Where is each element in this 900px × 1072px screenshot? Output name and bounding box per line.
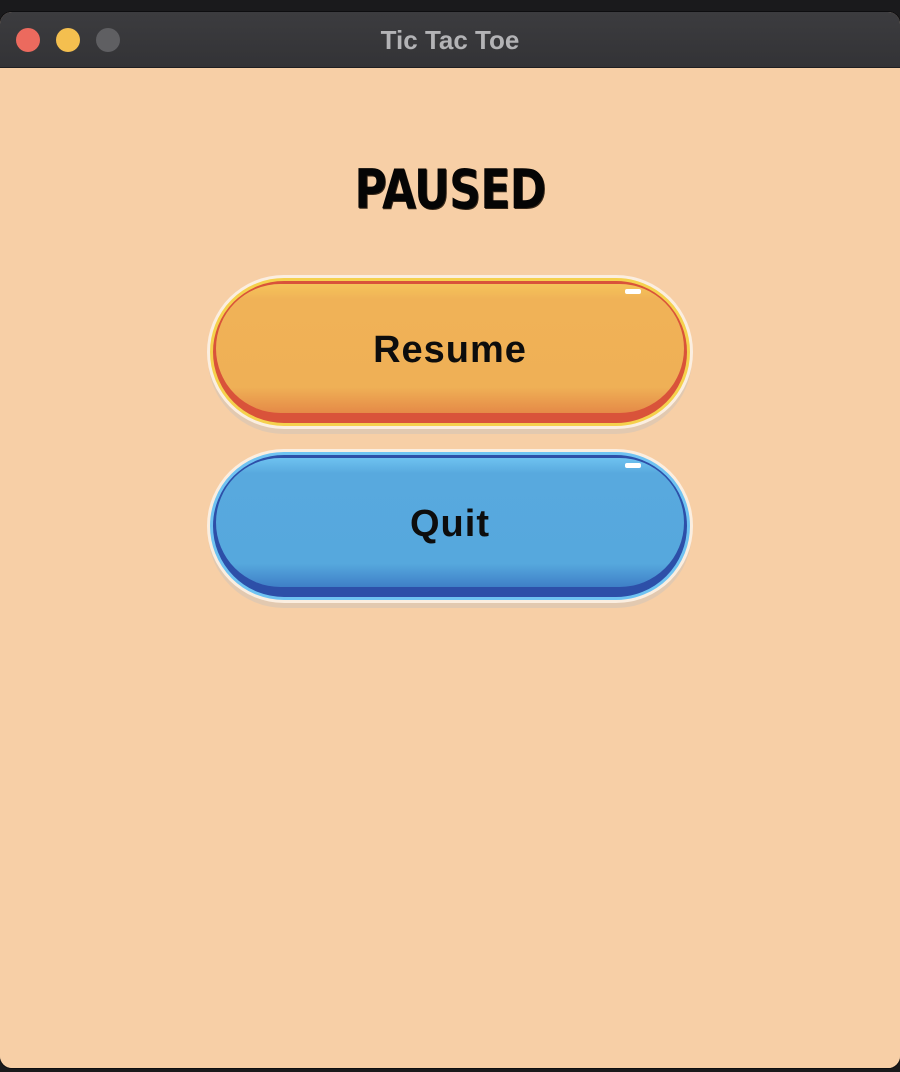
pause-screen: PAUSED Resume Quit — [0, 68, 900, 1068]
game-window: Tic Tac Toe PAUSED Resume Quit — [0, 12, 900, 1068]
resume-button[interactable]: Resume — [210, 278, 690, 426]
paused-heading: PAUSED — [354, 158, 546, 221]
quit-button-label: Quit — [410, 503, 490, 545]
title-bar[interactable]: Tic Tac Toe — [0, 12, 900, 68]
window-title: Tic Tac Toe — [380, 25, 520, 55]
quit-button[interactable]: Quit — [210, 452, 690, 600]
resume-button-label: Resume — [373, 329, 527, 371]
